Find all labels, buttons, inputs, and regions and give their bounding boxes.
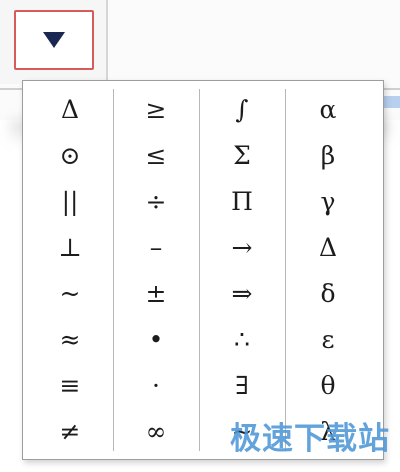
symbol-cell[interactable]: ∴ bbox=[201, 317, 283, 363]
symbol-cell[interactable]: ≤ bbox=[115, 133, 197, 179]
symbol-cell[interactable]: ε bbox=[287, 317, 369, 363]
symbol-cell[interactable]: ∞ bbox=[115, 409, 197, 455]
symbol-cell[interactable]: ≈ bbox=[29, 317, 111, 363]
symbol-cell[interactable]: • bbox=[115, 317, 197, 363]
symbol-dropdown-button[interactable] bbox=[14, 10, 94, 70]
symbol-cell[interactable]: ± bbox=[115, 271, 197, 317]
symbol-picker-panel: Δ ⊙ || ⊥ ~ ≈ ≡ ≠ ≥ ≤ ÷ – ± • · ∞ ∫ Σ Π →… bbox=[22, 80, 384, 460]
symbol-cell[interactable]: ∃ bbox=[201, 363, 283, 409]
symbol-cell[interactable]: β bbox=[287, 133, 369, 179]
column-divider bbox=[113, 89, 114, 451]
symbol-cell[interactable]: δ bbox=[287, 271, 369, 317]
symbol-cell[interactable]: ≡ bbox=[29, 363, 111, 409]
triangle-down-icon bbox=[43, 32, 65, 48]
symbol-cell[interactable]: γ bbox=[287, 179, 369, 225]
symbol-cell[interactable]: ≥ bbox=[115, 87, 197, 133]
site-watermark: 极速下载站 bbox=[230, 421, 390, 457]
symbol-cell[interactable]: α bbox=[287, 87, 369, 133]
symbol-cell[interactable]: Σ bbox=[201, 133, 283, 179]
symbol-cell[interactable]: ÷ bbox=[115, 179, 197, 225]
symbol-cell[interactable]: – bbox=[115, 225, 197, 271]
symbol-cell[interactable]: Δ bbox=[29, 87, 111, 133]
symbol-cell[interactable]: Δ bbox=[287, 225, 369, 271]
symbol-cell[interactable]: → bbox=[201, 225, 283, 271]
symbol-cell[interactable]: · bbox=[115, 363, 197, 409]
symbol-cell[interactable]: ≠ bbox=[29, 409, 111, 455]
symbol-column-4: α β γ Δ δ ε θ λ bbox=[287, 87, 369, 453]
toolbar-panel bbox=[0, 0, 108, 84]
symbol-cell[interactable]: Π bbox=[201, 179, 283, 225]
symbol-column-3: ∫ Σ Π → ⇒ ∴ ∃ ∼ bbox=[201, 87, 283, 453]
symbol-cell[interactable]: ⊙ bbox=[29, 133, 111, 179]
symbol-cell[interactable]: ~ bbox=[29, 271, 111, 317]
symbol-column-2: ≥ ≤ ÷ – ± • · ∞ bbox=[115, 87, 197, 453]
symbol-cell[interactable]: || bbox=[29, 179, 111, 225]
column-divider bbox=[285, 89, 286, 451]
symbol-cell[interactable]: ∫ bbox=[201, 87, 283, 133]
symbol-cell[interactable]: ⊥ bbox=[29, 225, 111, 271]
symbol-column-1: Δ ⊙ || ⊥ ~ ≈ ≡ ≠ bbox=[29, 87, 111, 453]
column-divider bbox=[199, 89, 200, 451]
symbol-cell[interactable]: θ bbox=[287, 363, 369, 409]
symbol-cell[interactable]: ⇒ bbox=[201, 271, 283, 317]
